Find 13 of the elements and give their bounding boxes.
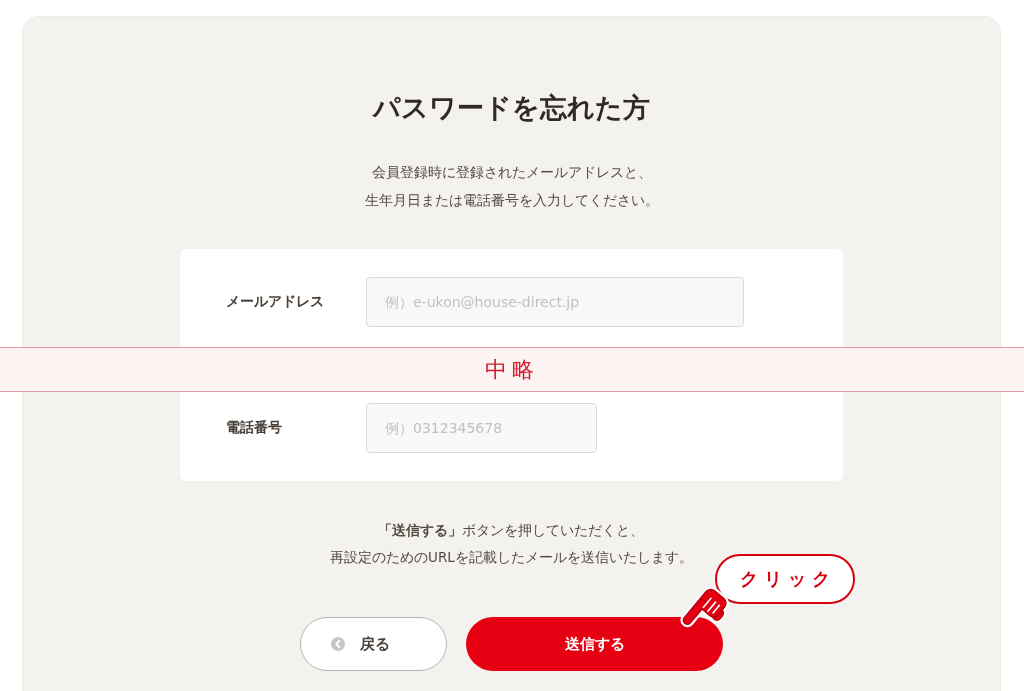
omission-banner: 中略 — [0, 347, 1024, 392]
description-text: 会員登録時に登録されたメールアドレスと、 — [371, 163, 652, 182]
page-title: パスワードを忘れた方 — [373, 91, 650, 125]
notice-text: 「送信する」ボタンを押していただくと、 — [378, 521, 645, 540]
field-label: メールアドレス — [226, 293, 325, 311]
notice-text: 再設定のためのURLを記載したメールを送信いたします。 — [330, 548, 693, 567]
back-button[interactable]: 戻る — [300, 617, 447, 671]
chevron-left-icon — [331, 637, 345, 651]
field-label: 電話番号 — [226, 419, 283, 437]
input-field[interactable]: 例）0312345678 — [366, 403, 597, 453]
input-field[interactable]: 例）e-ukon@house-direct.jp — [366, 277, 744, 327]
description-text: 生年月日または電話番号を入力してください。 — [364, 191, 659, 210]
click-callout: クリック — [715, 554, 855, 604]
